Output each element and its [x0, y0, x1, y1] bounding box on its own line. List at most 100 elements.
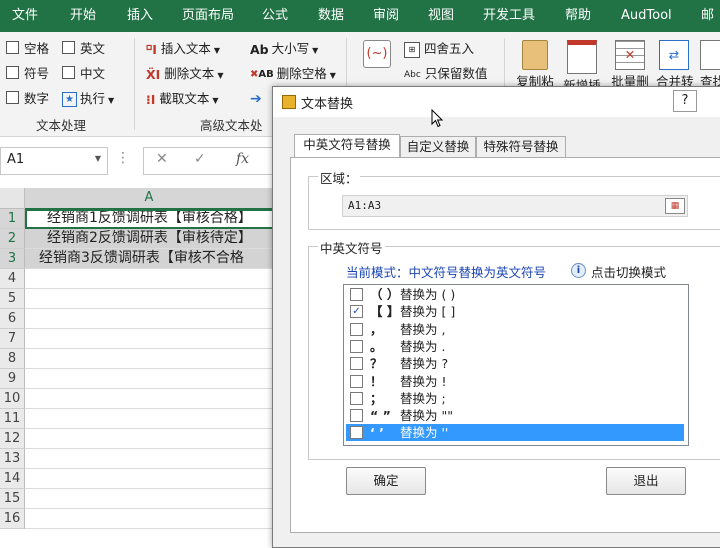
menu-formulas[interactable]: 公式 [262, 0, 288, 32]
menu-page-layout[interactable]: 页面布局 [182, 0, 234, 32]
batch-delete-button[interactable]: ✕ 批量删 [608, 40, 652, 91]
empty-cell[interactable] [25, 369, 274, 389]
checkbox-chinese[interactable]: 中文 [62, 65, 105, 83]
extract-text-button[interactable]: ⁝I 截取文本 ▼ [146, 90, 219, 110]
empty-cell[interactable] [25, 269, 274, 289]
symbol-row[interactable]: ？ 替换为 ? [346, 355, 684, 372]
row-header[interactable]: 11 [0, 409, 25, 429]
menu-review[interactable]: 审阅 [373, 0, 399, 32]
checkbox-checked-icon[interactable]: ✓ [350, 305, 363, 319]
empty-cell[interactable] [25, 449, 274, 469]
menu-data[interactable]: 数据 [318, 0, 344, 32]
empty-cell[interactable] [25, 509, 274, 529]
row-header[interactable]: 8 [0, 349, 25, 369]
checkbox-number[interactable]: 数字 [6, 90, 49, 108]
formula-input[interactable]: ✕ ✓ fx [143, 147, 273, 175]
empty-cell[interactable] [25, 429, 274, 449]
row-header[interactable]: 5 [0, 289, 25, 309]
row-header[interactable]: 1 [0, 209, 25, 229]
checkbox-space[interactable]: 空格 [6, 40, 49, 58]
checkbox-icon[interactable] [350, 288, 363, 301]
ok-button[interactable]: 确定 [346, 467, 426, 495]
checkbox-icon[interactable] [350, 426, 363, 440]
tab-custom-replace[interactable]: 自定义替换 [400, 136, 476, 158]
round-button[interactable]: ⊞ 四舍五入 [404, 40, 474, 58]
delete-text-button[interactable]: ẌI 删除文本 ▼ [146, 65, 223, 85]
checkbox-symbol[interactable]: 符号 [6, 65, 49, 83]
row-header[interactable]: 3 [0, 249, 25, 269]
row-header[interactable]: 4 [0, 269, 25, 289]
arrow-right-icon[interactable]: ➔ [250, 90, 262, 108]
menu-developer[interactable]: 开发工具 [483, 0, 535, 32]
menu-audtool[interactable]: AudTool [621, 0, 672, 32]
row-header[interactable]: 13 [0, 449, 25, 469]
symbol-row[interactable]: “ ” 替换为 "" [346, 407, 684, 424]
empty-cell[interactable] [25, 389, 274, 409]
execute-button[interactable]: ★ 执行 ▼ [62, 90, 114, 110]
row-header[interactable]: 12 [0, 429, 25, 449]
symbol-row[interactable]: ✓ 【 】替换为 [ ] [346, 303, 684, 320]
row-header[interactable]: 10 [0, 389, 25, 409]
checkbox-icon[interactable] [350, 357, 363, 371]
insert-text-button[interactable]: ⸋I 插入文本 ▼ [146, 40, 220, 60]
checkbox-icon [62, 41, 75, 54]
fx-icon[interactable]: fx [236, 151, 249, 167]
exit-button[interactable]: 退出 [606, 467, 686, 495]
tab-cn-en-symbol[interactable]: 中英文符号替换 [294, 134, 400, 158]
row-header[interactable]: 14 [0, 469, 25, 489]
merge-convert-button[interactable]: ⇄ 合并转 [656, 40, 694, 91]
row-header[interactable]: 2 [0, 229, 25, 249]
checkbox-icon[interactable] [350, 322, 363, 336]
checkbox-english[interactable]: 英文 [62, 40, 105, 58]
keep-value-button[interactable]: Abc 只保留数值 [404, 65, 487, 84]
menu-insert[interactable]: 插入 [127, 0, 153, 32]
empty-cell[interactable] [25, 489, 274, 509]
copy-paste-button[interactable]: 复制粘 [514, 40, 556, 91]
empty-cell[interactable] [25, 349, 274, 369]
range-select-icon[interactable]: ▦ [665, 198, 685, 214]
symbol-row[interactable]: ‘ ’ 替换为 '' [346, 424, 684, 442]
find-button[interactable]: 查找 [700, 40, 720, 91]
checkbox-icon[interactable] [350, 409, 363, 423]
checkbox-icon[interactable] [350, 339, 363, 353]
tab-special-symbol[interactable]: 特殊符号替换 [476, 136, 566, 158]
cell-a1[interactable]: 经销商1反馈调研表【审核合格】 [25, 209, 274, 229]
empty-cell[interactable] [25, 309, 274, 329]
confirm-icon[interactable]: ✓ [194, 151, 206, 167]
symbol-row[interactable]: （ ）替换为 ( ) [346, 286, 684, 303]
symbol-from: 【 】 [370, 304, 400, 320]
delete-space-button[interactable]: ✖AB 删除空格 ▼ [250, 65, 336, 85]
symbol-row[interactable]: ！ 替换为 ! [346, 373, 684, 390]
menu-help[interactable]: 帮助 [565, 0, 591, 32]
name-box[interactable]: A1 ▼ [0, 147, 108, 175]
row-header[interactable]: 7 [0, 329, 25, 349]
region-input[interactable]: A1:A3 ▦ [342, 195, 688, 217]
checkbox-icon[interactable] [350, 391, 363, 405]
menu-view[interactable]: 视图 [428, 0, 454, 32]
case-icon: Ab [250, 41, 269, 57]
symbol-row[interactable]: ； 替换为 ; [346, 390, 684, 407]
cell-a3[interactable]: 经销商3反馈调研表【审核不合格 [25, 249, 274, 269]
cell-a2[interactable]: 经销商2反馈调研表【审核待定】 [25, 229, 274, 249]
symbol-row[interactable]: ， 替换为 , [346, 321, 684, 338]
help-button[interactable]: ? [673, 90, 697, 112]
checkbox-icon[interactable] [350, 374, 363, 388]
toggle-mode-link[interactable]: 点击切换模式 [591, 262, 666, 281]
empty-cell[interactable] [25, 409, 274, 429]
cancel-icon[interactable]: ✕ [156, 151, 168, 167]
empty-cell[interactable] [25, 289, 274, 309]
select-all-corner[interactable] [0, 188, 25, 209]
empty-cell[interactable] [25, 329, 274, 349]
menu-home[interactable]: 开始 [70, 0, 96, 32]
symbol-row[interactable]: 。 替换为 . [346, 338, 684, 355]
menu-file[interactable]: 文件 [12, 0, 38, 32]
empty-cell[interactable] [25, 469, 274, 489]
menu-mail[interactable]: 邮 [701, 0, 714, 32]
app-icon [282, 95, 296, 109]
column-header-a[interactable]: A [25, 188, 273, 210]
row-header[interactable]: 6 [0, 309, 25, 329]
row-header[interactable]: 9 [0, 369, 25, 389]
case-button[interactable]: Ab 大小写 ▼ [250, 40, 318, 60]
row-header[interactable]: 16 [0, 509, 25, 529]
row-header[interactable]: 15 [0, 489, 25, 509]
